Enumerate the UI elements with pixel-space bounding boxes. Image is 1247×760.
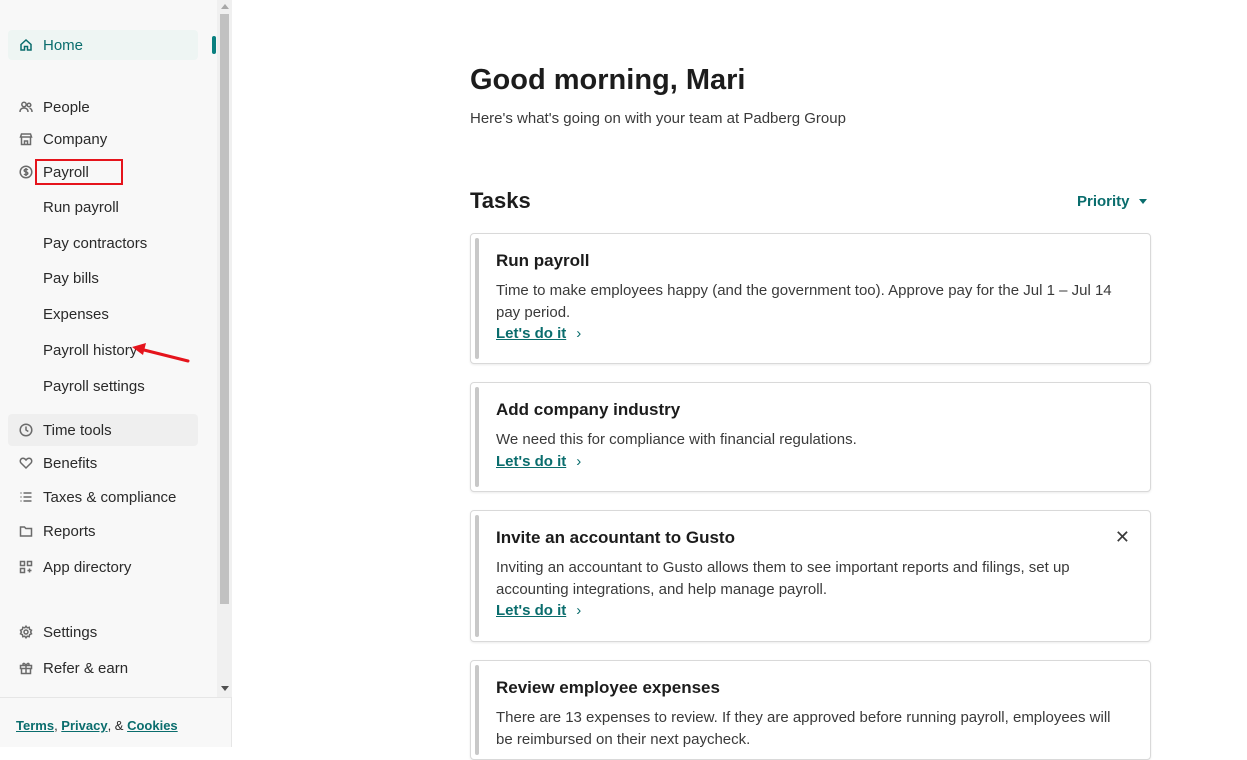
task-action-link[interactable]: Let's do it › [496, 602, 581, 619]
task-description: Time to make employees happy (and the go… [496, 282, 1112, 321]
nav-refer[interactable]: Refer & earn [8, 653, 198, 683]
task-title: Run payroll [496, 251, 590, 270]
nav-home-label: Home [43, 36, 84, 54]
sidebar-scrollbar[interactable] [217, 0, 232, 697]
nav-benefits[interactable]: Benefits [8, 448, 198, 478]
nav-pay-bills[interactable]: Pay bills [43, 267, 99, 289]
task-action-label: Let's do it [496, 453, 567, 470]
nav-settings[interactable]: Settings [8, 617, 198, 647]
nav-pay-contractors[interactable]: Pay contractors [43, 232, 147, 254]
nav-time-tools[interactable]: Time tools [8, 414, 198, 446]
clock-icon [18, 422, 34, 438]
task-card: Run payroll Time to make employees happy… [470, 233, 1151, 364]
task-action-label: Let's do it [496, 602, 567, 619]
nav-reports[interactable]: Reports [8, 516, 198, 546]
dollar-circle-icon [18, 164, 34, 180]
nav-taxes-label: Taxes & compliance [43, 488, 177, 506]
gear-icon [18, 624, 34, 640]
task-action-link[interactable]: Let's do it › [496, 325, 581, 342]
task-title: Add company industry [496, 400, 681, 419]
payroll-highlight-annotation [35, 159, 123, 185]
priority-dropdown[interactable]: Priority [1077, 193, 1147, 210]
nav-company-label: Company [43, 130, 108, 148]
task-card: Review employee expenses There are 13 ex… [470, 660, 1151, 760]
nav-reports-label: Reports [43, 522, 96, 540]
privacy-link[interactable]: Privacy [61, 718, 107, 733]
caret-down-icon [1138, 199, 1147, 204]
scroll-down-arrow-icon[interactable] [221, 686, 229, 691]
chevron-right-icon: › [576, 602, 582, 619]
task-action-link[interactable]: Let's do it › [496, 453, 581, 470]
task-description: There are 13 expenses to review. If they… [496, 709, 1111, 748]
people-icon [18, 99, 34, 115]
close-icon[interactable]: ✕ [1115, 527, 1130, 548]
chevron-right-icon: › [576, 453, 582, 470]
nav-time-tools-label: Time tools [43, 421, 112, 439]
task-title: Invite an accountant to Gusto [496, 528, 735, 547]
task-description: We need this for compliance with financi… [496, 431, 857, 448]
nav-refer-label: Refer & earn [43, 659, 129, 677]
footer-sep-2: , & [107, 718, 128, 733]
scroll-up-arrow-icon[interactable] [221, 4, 229, 9]
tasks-heading: Tasks [470, 188, 531, 213]
list-icon [18, 489, 34, 505]
red-arrow-annotation [132, 343, 190, 363]
task-card: Add company industry We need this for co… [470, 382, 1151, 492]
terms-link[interactable]: Terms [16, 718, 54, 733]
nav-company[interactable]: Company [8, 124, 198, 154]
nav-people-label: People [43, 98, 90, 116]
footer-divider [0, 697, 232, 698]
heart-icon [18, 455, 34, 471]
nav-taxes[interactable]: Taxes & compliance [8, 482, 198, 512]
nav-payroll-settings[interactable]: Payroll settings [43, 375, 145, 397]
gift-icon [18, 660, 34, 676]
task-action-label: Let's do it [496, 325, 567, 342]
nav-app-directory[interactable]: App directory [8, 552, 198, 582]
task-title: Review employee expenses [496, 678, 720, 697]
page-title: Good morning, Mari [470, 64, 746, 96]
nav-payroll-history[interactable]: Payroll history [43, 339, 137, 361]
task-card: Invite an accountant to Gusto ✕ Inviting… [470, 510, 1151, 642]
nav-settings-label: Settings [43, 623, 98, 641]
nav-benefits-label: Benefits [43, 454, 98, 472]
sidebar: Home People Company Payroll Run payroll … [0, 0, 232, 747]
cookies-link[interactable]: Cookies [127, 718, 178, 733]
page-subtitle: Here's what's going on with your team at… [470, 110, 846, 127]
priority-label: Priority [1077, 193, 1130, 210]
nav-app-directory-label: App directory [43, 558, 132, 576]
nav-run-payroll[interactable]: Run payroll [43, 196, 119, 218]
footer-links: Terms, Privacy, & Cookies [16, 718, 178, 733]
nav-people[interactable]: People [8, 92, 198, 122]
home-icon [18, 37, 34, 53]
chevron-right-icon: › [576, 325, 582, 342]
nav-expenses[interactable]: Expenses [43, 303, 109, 325]
company-icon [18, 131, 34, 147]
task-description: Inviting an accountant to Gusto allows t… [496, 559, 1070, 598]
scroll-thumb[interactable] [220, 14, 229, 604]
nav-home[interactable]: Home [8, 30, 198, 60]
apps-grid-icon [18, 559, 34, 575]
folder-icon [18, 523, 34, 539]
active-indicator [212, 36, 216, 54]
